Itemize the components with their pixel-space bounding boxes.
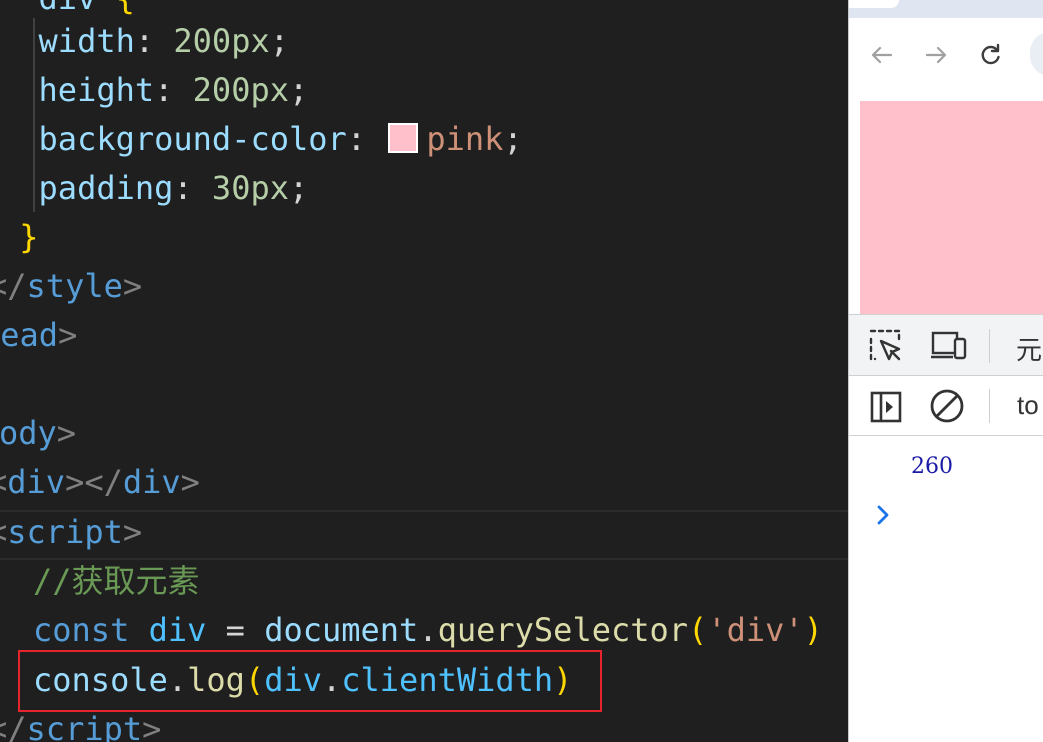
device-toolbar-button[interactable] xyxy=(929,329,969,368)
tab-strip xyxy=(849,0,1043,18)
html-tag: style xyxy=(26,267,123,305)
console-prompt[interactable] xyxy=(873,500,895,530)
selector-text: div xyxy=(39,0,97,17)
code-line[interactable]: } xyxy=(0,213,39,262)
css-value: pink xyxy=(426,120,504,158)
page-viewport xyxy=(849,90,1043,314)
html-tag: head xyxy=(0,316,59,354)
context-selector[interactable]: to xyxy=(1017,390,1039,421)
brace: } xyxy=(19,218,39,256)
device-mode-icon xyxy=(931,331,967,360)
sidebar-toggle-icon xyxy=(870,391,902,423)
reload-icon xyxy=(981,43,1000,65)
code-line[interactable]: //获取元素 xyxy=(33,557,200,606)
browser-window: 元 to 260 xyxy=(848,0,1043,742)
js-keyword: const xyxy=(33,611,130,649)
css-property: background-color xyxy=(38,120,347,158)
html-tag: script xyxy=(26,710,143,742)
css-value: 30px xyxy=(211,169,289,207)
code-comment: //获取元素 xyxy=(33,562,200,600)
code-line[interactable]: ody> xyxy=(0,409,76,458)
code-line[interactable]: background-color: pink; xyxy=(0,115,523,164)
console-panel[interactable]: 260 xyxy=(849,436,1043,742)
color-swatch[interactable] xyxy=(388,123,419,153)
css-property: height xyxy=(38,71,155,109)
js-method: querySelector xyxy=(437,611,689,649)
html-tag: ody xyxy=(0,414,57,452)
console-log-output: 260 xyxy=(911,454,953,479)
html-tag: div xyxy=(122,463,181,501)
show-sidebar-button[interactable] xyxy=(869,390,903,429)
console-toolbar: to xyxy=(849,376,1043,436)
html-tag: div xyxy=(7,463,66,501)
address-bar[interactable] xyxy=(1030,32,1043,76)
js-string: 'div' xyxy=(707,611,804,649)
active-tab[interactable] xyxy=(849,0,899,8)
html-tag: script xyxy=(7,513,123,551)
toolbar-separator xyxy=(989,329,990,363)
back-button[interactable] xyxy=(867,40,897,70)
code-editor[interactable]: div { width: 200px; height: 200px; backg… xyxy=(0,0,848,742)
code-line[interactable]: width: 200px; xyxy=(0,17,289,66)
clear-console-button[interactable] xyxy=(929,388,965,429)
js-variable: div xyxy=(148,611,207,649)
code-line[interactable]: </style> xyxy=(0,262,142,311)
code-line[interactable]: padding: 30px; xyxy=(0,164,309,213)
tab-elements[interactable]: 元 xyxy=(1016,330,1042,367)
arrow-left-icon xyxy=(871,46,893,64)
code-line[interactable]: <div></div> xyxy=(0,458,200,507)
brace: { xyxy=(116,0,135,17)
code-line[interactable]: const div = document.querySelector('div'… xyxy=(33,606,823,655)
code-line[interactable]: head> xyxy=(0,311,77,360)
toolbar-separator xyxy=(989,389,990,423)
css-value: 200px xyxy=(192,71,289,109)
js-operator: = xyxy=(225,611,245,649)
code-line[interactable]: <script> xyxy=(0,508,142,557)
highlight-box xyxy=(18,650,602,712)
block-icon xyxy=(930,389,964,423)
arrow-right-icon xyxy=(925,46,947,64)
js-object: document xyxy=(264,611,419,649)
pink-div-element xyxy=(860,101,1043,314)
devtools-main-toolbar: 元 xyxy=(849,314,1043,376)
reload-button[interactable] xyxy=(975,40,1005,70)
navigation-bar xyxy=(849,18,1043,90)
code-line[interactable]: height: 200px; xyxy=(0,66,309,115)
chevron-right-icon xyxy=(877,505,889,525)
forward-button[interactable] xyxy=(921,40,951,70)
css-value: 200px xyxy=(173,22,270,60)
css-property: padding xyxy=(38,169,174,207)
inspect-cursor-icon xyxy=(869,329,901,361)
css-property: width xyxy=(38,22,135,60)
element-picker-button[interactable] xyxy=(869,329,903,368)
